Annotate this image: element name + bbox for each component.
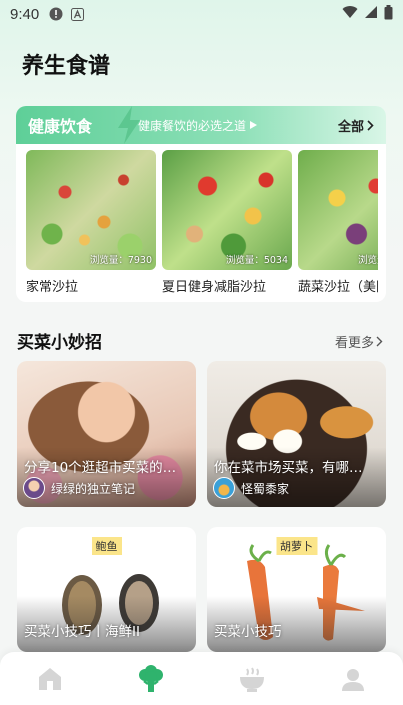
recipe-image: 浏览量：5034 [162,150,292,270]
tab-food[interactable] [222,659,282,699]
avatar [213,477,235,499]
bottom-tab-bar [0,652,403,705]
article-author: 绿绿的独立笔记 [23,477,135,499]
profile-icon [341,668,364,691]
ingredient-caption: 买菜小技巧 [207,596,386,652]
home-icon [39,667,62,690]
avatar [23,477,45,499]
healthy-diet-subtitle-text: 健康餐饮的必选之道 [138,118,247,133]
ingredient-caption: 买菜小技巧丨海鲜II [17,596,196,652]
see-more-button[interactable]: 看更多 [335,332,383,351]
recipe-name: 蔬菜沙拉（美国 [298,280,378,295]
recipe-views: 浏览量：7930 [89,255,152,266]
healthy-diet-title: 健康饮食 [28,117,93,136]
play-arrow-icon [250,121,258,129]
author-name: 怪蜀黍家 [241,481,290,496]
tab-home[interactable] [20,659,80,699]
article-caption: 分享10个逛超市买菜的… [24,460,177,476]
article-author: 怪蜀黍家 [213,477,289,499]
signal-icon [364,5,378,23]
recipe-views: 浏览量：5034 [225,255,288,266]
bowl-icon [239,666,264,692]
recipe-list: 浏览量：7930 家常沙拉 浏览量：5034 夏日健身减脂沙拉 浏览量 蔬菜沙拉… [26,150,378,295]
font-icon [71,7,85,21]
ingredient-tip-card[interactable]: 胡萝卜 买菜小技巧 [207,527,386,652]
healthy-diet-card: 健康饮食 健康餐饮的必选之道 全部 浏览量：7930 家常沙拉 浏览量：5034… [16,106,386,302]
battery-icon [384,4,393,24]
recipe-name: 家常沙拉 [26,280,79,295]
view-all-label: 全部 [337,119,364,135]
chevron-right-icon [376,336,383,347]
healthy-diet-subtitle[interactable]: 健康餐饮的必选之道 [138,117,258,134]
recipe-card[interactable]: 浏览量：7930 家常沙拉 [26,150,156,295]
status-time: 9:40 [10,5,40,23]
broccoli-icon [139,664,164,692]
article-caption: 你在菜市场买菜，有哪… [214,460,363,476]
recipe-image: 浏览量：7930 [26,150,156,270]
article-card[interactable]: 分享10个逛超市买菜的… 绿绿的独立笔记 [17,361,196,507]
shopping-tips-title: 买菜小妙招 [17,333,102,353]
tab-recipes[interactable] [121,659,181,699]
page-title: 养生食谱 [22,54,111,79]
view-all-button[interactable]: 全部 [338,116,374,135]
healthy-diet-header: 健康饮食 健康餐饮的必选之道 全部 [16,106,386,144]
ingredient-tip-card[interactable]: 鲍鱼 买菜小技巧丨海鲜II [17,527,196,652]
recipe-views: 浏览量 [358,255,378,266]
wifi-icon [342,5,358,23]
recipe-image: 浏览量 [298,150,378,270]
article-card[interactable]: 你在菜市场买菜，有哪… 怪蜀黍家 [207,361,386,507]
see-more-label: 看更多 [334,336,374,351]
author-name: 绿绿的独立笔记 [51,481,136,496]
recipe-card[interactable]: 浏览量 蔬菜沙拉（美国 [298,150,378,295]
recipe-card[interactable]: 浏览量：5034 夏日健身减脂沙拉 [162,150,292,295]
lightning-decoration-icon [118,106,140,144]
alert-icon [49,7,63,21]
status-bar: 9:40 [0,0,403,28]
tab-profile[interactable] [323,659,383,699]
chevron-right-icon [367,119,374,131]
recipe-name: 夏日健身减脂沙拉 [162,280,267,295]
